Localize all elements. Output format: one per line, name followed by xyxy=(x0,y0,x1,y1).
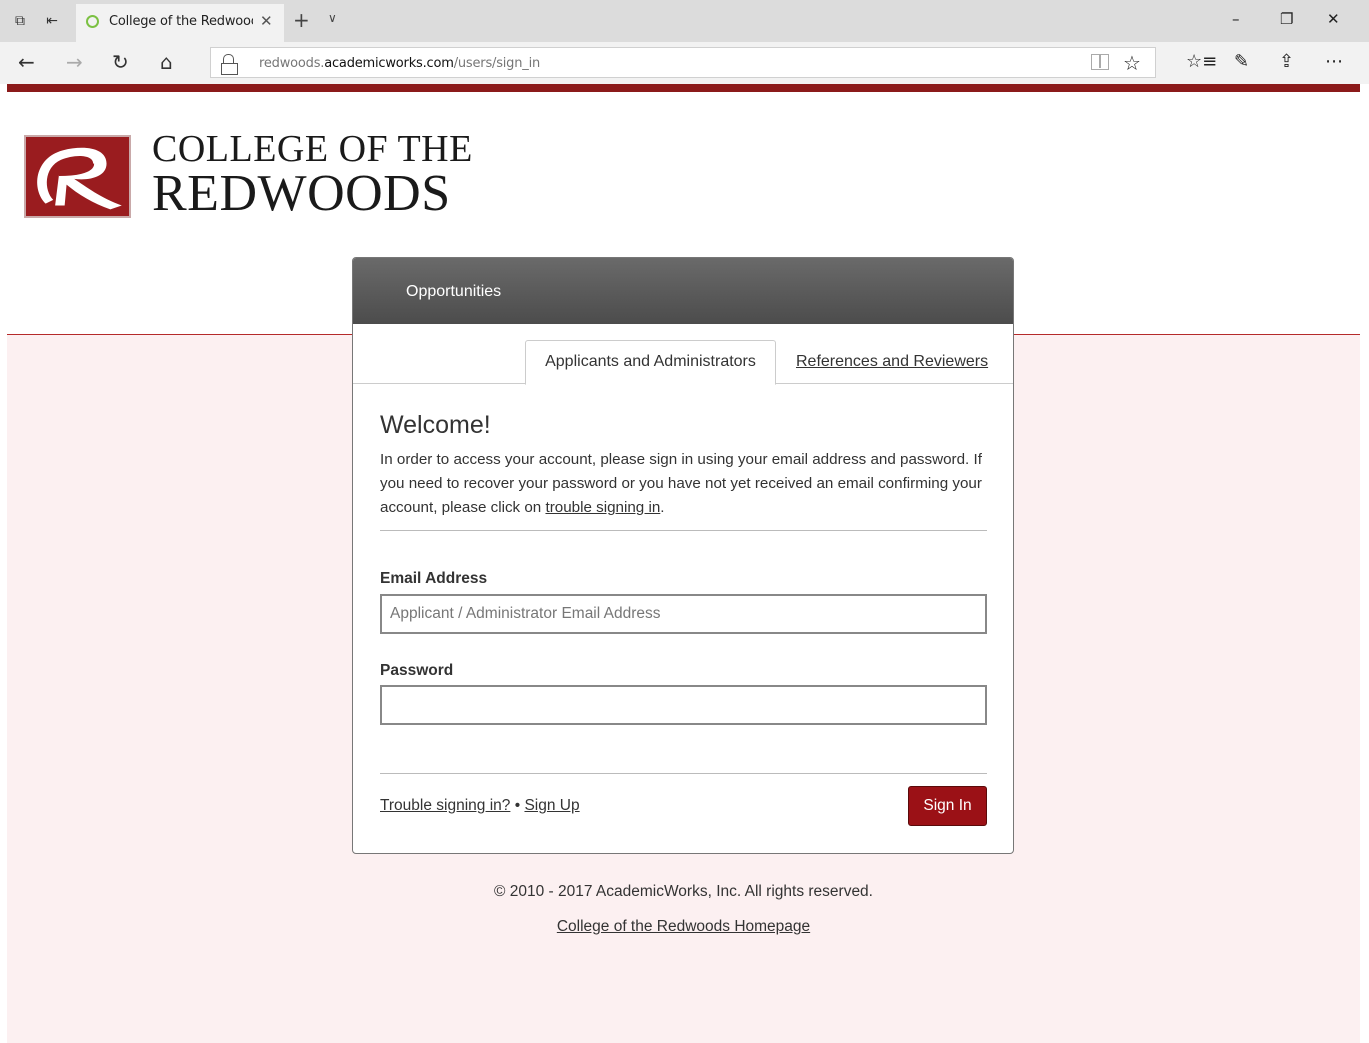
new-tab-icon[interactable]: + xyxy=(293,8,310,32)
college-homepage-link[interactable]: College of the Redwoods Homepage xyxy=(557,918,810,935)
trouble-signing-in-inline-link[interactable]: trouble signing in xyxy=(545,499,660,516)
password-label: Password xyxy=(380,662,454,679)
lock-icon xyxy=(221,54,238,75)
account-links: Trouble signing in? • Sign Up xyxy=(380,797,580,815)
email-label: Email Address xyxy=(380,570,488,587)
email-field[interactable] xyxy=(380,594,987,634)
trouble-signing-in-link[interactable]: Trouble signing in? xyxy=(380,797,510,814)
intro-text: In order to access your account, please … xyxy=(380,451,982,516)
tab-applicants-administrators[interactable]: Applicants and Administrators xyxy=(525,340,776,385)
page-content: COLLEGE OF THE REDWOODS Opportunities Ap… xyxy=(7,84,1360,1043)
tab-references-reviewers[interactable]: References and Reviewers xyxy=(796,353,988,371)
close-window-icon[interactable]: ✕ xyxy=(1327,10,1340,28)
sign-in-button[interactable]: Sign In xyxy=(908,786,987,826)
browser-tab-bar: ⧉ ⇤ College of the Redwooc ✕ + ∨ – ❐ ✕ xyxy=(0,0,1369,42)
sign-in-card: Opportunities Applicants and Administrat… xyxy=(352,257,1014,854)
sign-up-link[interactable]: Sign Up xyxy=(524,797,579,814)
tab-actions-icon[interactable]: ⧉ xyxy=(10,10,30,30)
opportunities-link[interactable]: Opportunities xyxy=(406,283,501,301)
url-text: redwoods.academicworks.com/users/sign_in xyxy=(259,56,541,71)
refresh-icon[interactable]: ↻ xyxy=(112,51,129,73)
web-notes-icon[interactable]: ✎ xyxy=(1234,51,1249,72)
favorite-star-icon[interactable]: ☆ xyxy=(1123,51,1141,76)
forward-icon[interactable]: → xyxy=(66,51,83,73)
set-tabs-aside-icon[interactable]: ⇤ xyxy=(42,10,62,30)
restore-icon[interactable]: ❐ xyxy=(1280,10,1293,28)
share-icon[interactable]: ⇪ xyxy=(1279,51,1294,72)
close-tab-icon[interactable]: ✕ xyxy=(260,12,273,30)
address-bar[interactable]: redwoods.academicworks.com/users/sign_in… xyxy=(210,47,1156,78)
tab-title: College of the Redwooc xyxy=(109,14,253,29)
homepage-link-wrap: College of the Redwoods Homepage xyxy=(7,918,1360,936)
more-icon[interactable]: ⋯ xyxy=(1325,51,1343,72)
browser-nav-bar: ← → ↻ ⌂ redwoods.academicworks.com/users… xyxy=(0,42,1369,84)
top-stripe xyxy=(7,84,1360,92)
link-separator: • xyxy=(514,797,521,814)
back-icon[interactable]: ← xyxy=(18,51,35,73)
college-logo[interactable] xyxy=(24,135,131,218)
minimize-icon[interactable]: – xyxy=(1232,10,1240,28)
divider xyxy=(380,773,987,774)
page-loading-icon xyxy=(86,15,99,28)
divider xyxy=(380,530,987,531)
redwoods-r-logo-icon xyxy=(37,147,122,210)
favorites-hub-icon[interactable]: ☆≡ xyxy=(1186,51,1217,72)
card-header: Opportunities xyxy=(353,258,1013,324)
tab-list-chevron-icon[interactable]: ∨ xyxy=(328,11,337,25)
password-field[interactable] xyxy=(380,685,987,725)
welcome-heading: Welcome! xyxy=(380,411,491,439)
user-type-tabs: Applicants and Administrators References… xyxy=(353,340,1013,385)
college-name: COLLEGE OF THE REDWOODS xyxy=(152,128,473,222)
copyright-text: © 2010 - 2017 AcademicWorks, Inc. All ri… xyxy=(493,883,873,900)
home-icon[interactable]: ⌂ xyxy=(160,51,173,73)
reading-view-icon[interactable] xyxy=(1091,54,1109,70)
browser-tab[interactable]: College of the Redwooc ✕ xyxy=(76,4,284,42)
